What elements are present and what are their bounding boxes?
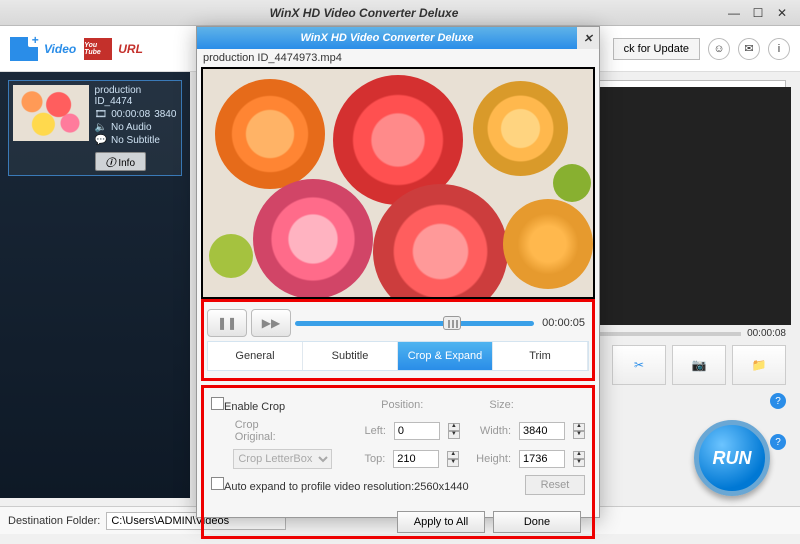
folder-button[interactable]: 📁 xyxy=(732,345,786,385)
help-icon-2[interactable]: ? xyxy=(770,434,786,450)
edit-tabs: General Subtitle Crop & Expand Trim xyxy=(207,341,589,371)
left-label: Left: xyxy=(365,425,386,437)
mail-button[interactable]: ✉ xyxy=(738,38,760,60)
apply-to-all-button[interactable]: Apply to All xyxy=(397,511,485,533)
youtube-icon: You Tube xyxy=(84,38,112,60)
crop-original-label: Crop Original: xyxy=(235,419,302,443)
highlight-box-crop: Enable Crop Position: Size: Crop Origina… xyxy=(201,385,595,539)
file-meta: production ID_4474 🎞00:00:08 3840 🔈No Au… xyxy=(95,85,177,171)
enable-crop-checkbox[interactable]: Enable Crop xyxy=(211,397,285,413)
user-button[interactable]: ☺ xyxy=(708,38,730,60)
help-icon[interactable]: ? xyxy=(770,393,786,409)
highlight-box-controls: ❚❚ ▶▶ 00:00:05 General Subtitle Crop & E… xyxy=(201,299,595,381)
subtitle-icon: 💬 xyxy=(95,135,107,146)
run-button[interactable]: RUN xyxy=(694,420,770,496)
pause-button[interactable]: ❚❚ xyxy=(207,309,247,337)
top-spinner[interactable]: ▲▼ xyxy=(447,451,459,467)
tab-trim[interactable]: Trim xyxy=(493,342,588,370)
film-icon: 🎞 xyxy=(95,109,108,120)
scissors-button[interactable]: ✂ xyxy=(612,345,666,385)
file-thumbnail xyxy=(13,85,89,141)
dialog-close-button[interactable]: ✕ xyxy=(577,27,599,49)
tab-subtitle[interactable]: Subtitle xyxy=(303,342,398,370)
video-label: Video xyxy=(44,42,76,56)
info-button[interactable]: i xyxy=(768,38,790,60)
file-name: production ID_4474 xyxy=(95,85,177,107)
file-list-item[interactable]: production ID_4474 🎞00:00:08 3840 🔈No Au… xyxy=(8,80,182,176)
check-update-button[interactable]: ck for Update xyxy=(613,38,700,60)
video-plus-icon xyxy=(10,37,38,61)
tab-crop-expand[interactable]: Crop & Expand xyxy=(398,342,493,370)
done-button[interactable]: Done xyxy=(493,511,581,533)
url-label: URL xyxy=(118,42,143,56)
dest-label: Destination Folder: xyxy=(8,515,100,527)
file-list-sidebar: production ID_4474 🎞00:00:08 3840 🔈No Au… xyxy=(0,72,190,498)
width-spinner[interactable]: ▲▼ xyxy=(573,423,585,439)
fastforward-button[interactable]: ▶▶ xyxy=(251,309,291,337)
add-video-button[interactable]: Video xyxy=(10,37,76,61)
left-spinner[interactable]: ▲▼ xyxy=(448,423,460,439)
seek-knob[interactable] xyxy=(443,316,461,330)
file-info-button[interactable]: ⓘ Info xyxy=(95,152,146,171)
width-label: Width: xyxy=(480,425,511,437)
height-spinner[interactable]: ▲▼ xyxy=(573,451,585,467)
tab-general[interactable]: General xyxy=(208,342,303,370)
position-label: Position: xyxy=(381,399,423,411)
height-input[interactable] xyxy=(519,450,565,468)
add-url-button[interactable]: You Tube URL xyxy=(84,38,143,60)
autoexpand-checkbox[interactable]: Auto expand to profile video resolution:… xyxy=(211,477,469,493)
app-title: WinX HD Video Converter Deluxe xyxy=(6,6,722,20)
dialog-filename: production ID_4474973.mp4 xyxy=(201,49,595,67)
seek-bar[interactable] xyxy=(295,321,534,326)
close-button[interactable]: ✕ xyxy=(770,4,794,22)
dialog-preview xyxy=(201,67,595,299)
main-titlebar: WinX HD Video Converter Deluxe — ☐ ✕ xyxy=(0,0,800,26)
maximize-button[interactable]: ☐ xyxy=(746,4,770,22)
dialog-title: WinX HD Video Converter Deluxe xyxy=(197,32,577,44)
left-input[interactable] xyxy=(394,422,440,440)
top-label: Top: xyxy=(364,453,385,465)
top-input[interactable] xyxy=(393,450,439,468)
time-total: 00:00:08 xyxy=(747,328,786,339)
player-controls: ❚❚ ▶▶ 00:00:05 xyxy=(207,309,589,337)
reset-button[interactable]: Reset xyxy=(525,475,585,495)
edit-dialog: WinX HD Video Converter Deluxe ✕ product… xyxy=(196,26,600,518)
audio-icon: 🔈 xyxy=(95,122,107,133)
height-label: Height: xyxy=(476,453,511,465)
dialog-titlebar: WinX HD Video Converter Deluxe ✕ xyxy=(197,27,599,49)
seek-timestamp: 00:00:05 xyxy=(538,317,589,329)
width-input[interactable] xyxy=(519,422,565,440)
snapshot-button[interactable]: 📷 xyxy=(672,345,726,385)
crop-mode-select[interactable]: Crop LetterBox xyxy=(233,449,332,469)
size-label: Size: xyxy=(489,399,513,411)
minimize-button[interactable]: — xyxy=(722,4,746,22)
